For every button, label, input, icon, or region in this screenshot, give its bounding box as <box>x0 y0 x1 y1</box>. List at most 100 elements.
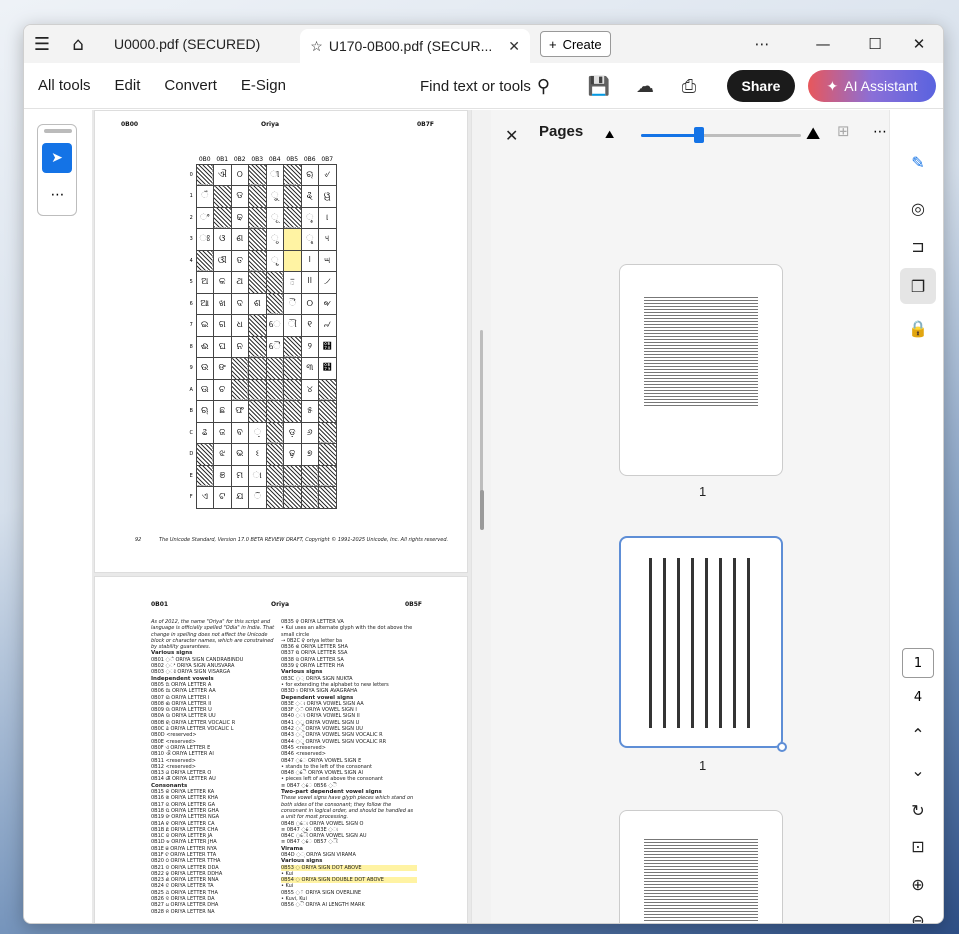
print-icon[interactable]: ⎙ <box>676 73 702 99</box>
code-cell <box>213 185 232 208</box>
all-tools-button[interactable]: All tools <box>24 77 103 94</box>
code-cell <box>248 357 267 380</box>
pages-icon[interactable]: ❐ <box>900 268 936 304</box>
page-thumbnail-selected[interactable] <box>619 536 783 748</box>
close-tab-icon[interactable]: ✕ <box>508 38 520 55</box>
code-cell <box>230 357 249 380</box>
chevron-down-icon[interactable]: ⌄ <box>906 758 930 782</box>
thumbnail-size-slider[interactable] <box>641 127 801 143</box>
thumbnail-chart <box>649 558 761 728</box>
save-icon[interactable]: 💾 <box>586 73 612 99</box>
code-cell: ଛ <box>213 400 232 423</box>
code-cell: ୢ <box>300 206 319 229</box>
name-list: 0B3C ◌଼ ORIYA SIGN NUKTA • for extending … <box>281 676 417 695</box>
code-cell: ବ <box>230 421 249 444</box>
code-cell: ଃ <box>195 228 214 251</box>
thumbnail-label: 1 <box>699 758 707 773</box>
comment-icon[interactable]: ◎ <box>906 196 930 220</box>
row-header: 6 <box>189 300 193 307</box>
code-cell: ୷ <box>318 314 337 337</box>
zoom-in-icon[interactable]: ⊕ <box>906 872 930 896</box>
edit-pdf-icon[interactable]: ✎ <box>906 150 930 174</box>
code-cell <box>283 249 302 272</box>
code-cell: ଡ଼ <box>283 421 302 444</box>
rotate-icon[interactable]: ↻ <box>906 798 930 822</box>
code-cell: ୨ <box>300 335 319 358</box>
more-tools-icon[interactable]: ⋯ <box>38 187 78 203</box>
home-icon[interactable]: ⌂ <box>60 25 96 63</box>
code-chart-grid: 0B0 0B1 0B2 0B3 0B4 0B5 0B6 0B7 0 ଐ ଠୀ ୠ ୰ 1ଁ ଡୁ ୡ ୱ 2ଂ ଢୂ… <box>187 155 337 509</box>
code-cell <box>283 357 302 380</box>
insert-page-icon[interactable]: ⊞ <box>837 122 850 140</box>
drag-handle[interactable] <box>44 129 72 133</box>
chevron-up-icon[interactable]: ⌃ <box>906 722 930 746</box>
code-cell: ଅ <box>195 271 214 294</box>
star-icon[interactable]: ☆ <box>310 38 323 55</box>
row-header: 7 <box>189 322 193 329</box>
document-view[interactable]: 0B00 Oriya 0B7F 0B0 0B1 0B2 0B3 0B4 0B5 0B6 0B7… <box>92 110 471 923</box>
title-bar: ☰ ⌂ U0000.pdf (SECURED) ☆ U170-0B00.pdf … <box>24 25 943 63</box>
row-header: 0 <box>189 171 193 178</box>
close-panel-icon[interactable]: ✕ <box>505 126 518 145</box>
code-cell: ୀ <box>265 163 284 186</box>
slider-knob[interactable] <box>694 127 704 143</box>
upload-cloud-icon[interactable]: ☁ <box>632 73 658 99</box>
more-options-icon[interactable]: ⋯ <box>873 124 887 140</box>
code-cell: ୫ <box>300 400 319 423</box>
edit-button[interactable]: Edit <box>103 77 153 94</box>
panel-splitter[interactable] <box>471 110 491 923</box>
close-window-button[interactable]: ✕ <box>896 25 942 63</box>
code-cell: ୪ <box>300 378 319 401</box>
search-icon: ⚲ <box>536 75 551 96</box>
code-cell <box>318 464 337 487</box>
fit-page-icon[interactable]: ⊡ <box>906 834 930 858</box>
code-cell: ଯ <box>230 486 249 509</box>
convert-button[interactable]: Convert <box>152 77 229 94</box>
code-cell: ୥ <box>300 271 319 294</box>
column-header: 0B6 <box>303 155 316 163</box>
zoom-out-thumbnails-icon[interactable]: ⛰ <box>605 128 614 142</box>
row-header: 3 <box>189 236 193 243</box>
bookmark-icon[interactable]: ⊐ <box>906 234 930 258</box>
code-cell <box>283 228 302 251</box>
code-cell <box>318 378 337 401</box>
esign-button[interactable]: E-Sign <box>229 77 298 94</box>
splitter-handle[interactable] <box>480 490 484 530</box>
tab-u170-0b00[interactable]: ☆ U170-0B00.pdf (SECUR... ✕ <box>300 29 530 63</box>
resize-handle[interactable] <box>777 742 787 752</box>
row-header: 5 <box>189 279 193 286</box>
document-scrollbar[interactable] <box>480 330 483 500</box>
share-button[interactable]: Share <box>727 70 795 102</box>
zoom-in-thumbnails-icon[interactable]: ⛰ <box>806 124 820 144</box>
select-cursor-icon[interactable]: ➤ <box>42 143 72 173</box>
code-cell: ୠ <box>300 163 319 186</box>
page-thumbnail[interactable] <box>619 264 783 476</box>
footer-copyright: The Unicode Standard, Version 17.0 BETA … <box>158 537 449 543</box>
page-number-input[interactable]: 1 <box>902 648 934 678</box>
create-label: Create <box>562 36 602 52</box>
code-cell: ଣ <box>230 228 249 251</box>
hamburger-menu-icon[interactable]: ☰ <box>24 25 60 63</box>
create-button[interactable]: + Create <box>539 31 611 57</box>
page-thumbnail[interactable] <box>619 810 783 923</box>
code-cell: ଢ <box>230 206 249 229</box>
acrobat-window: ☰ ⌂ U0000.pdf (SECURED) ☆ U170-0B00.pdf … <box>23 24 944 924</box>
name-list: 0B3E ◌ା ORIYA VOWEL SIGN AA 0B3F ◌ି ORIYA… <box>281 701 417 789</box>
tab-u0000[interactable]: U0000.pdf (SECURED) <box>104 25 270 63</box>
code-cell <box>248 271 267 294</box>
name-list: 0B4B ◌ୋ ORIYA VOWEL SIGN O ≡ 0B47 ◌େ 0B3E… <box>281 821 417 846</box>
name-entry: • Kui uses an alternate glyph with the d… <box>281 625 413 638</box>
minimize-button[interactable]: — <box>800 25 846 63</box>
code-cell: ଓ <box>213 228 232 251</box>
lock-icon[interactable]: 🔒 <box>906 316 930 340</box>
zoom-out-icon[interactable]: ⊖ <box>906 908 930 924</box>
more-options-icon[interactable]: ⋯ <box>739 25 785 63</box>
code-cell: ଉ <box>195 357 214 380</box>
code-cell: ଫ <box>230 400 249 423</box>
ai-assistant-button[interactable]: ✦ AI Assistant <box>808 70 936 102</box>
find-tools-button[interactable]: Find text or tools ⚲ <box>420 63 550 109</box>
code-cell <box>195 163 214 186</box>
maximize-button[interactable]: ☐ <box>852 25 898 63</box>
code-cell: ୁ <box>265 185 284 208</box>
code-cell: ୡ <box>300 185 319 208</box>
